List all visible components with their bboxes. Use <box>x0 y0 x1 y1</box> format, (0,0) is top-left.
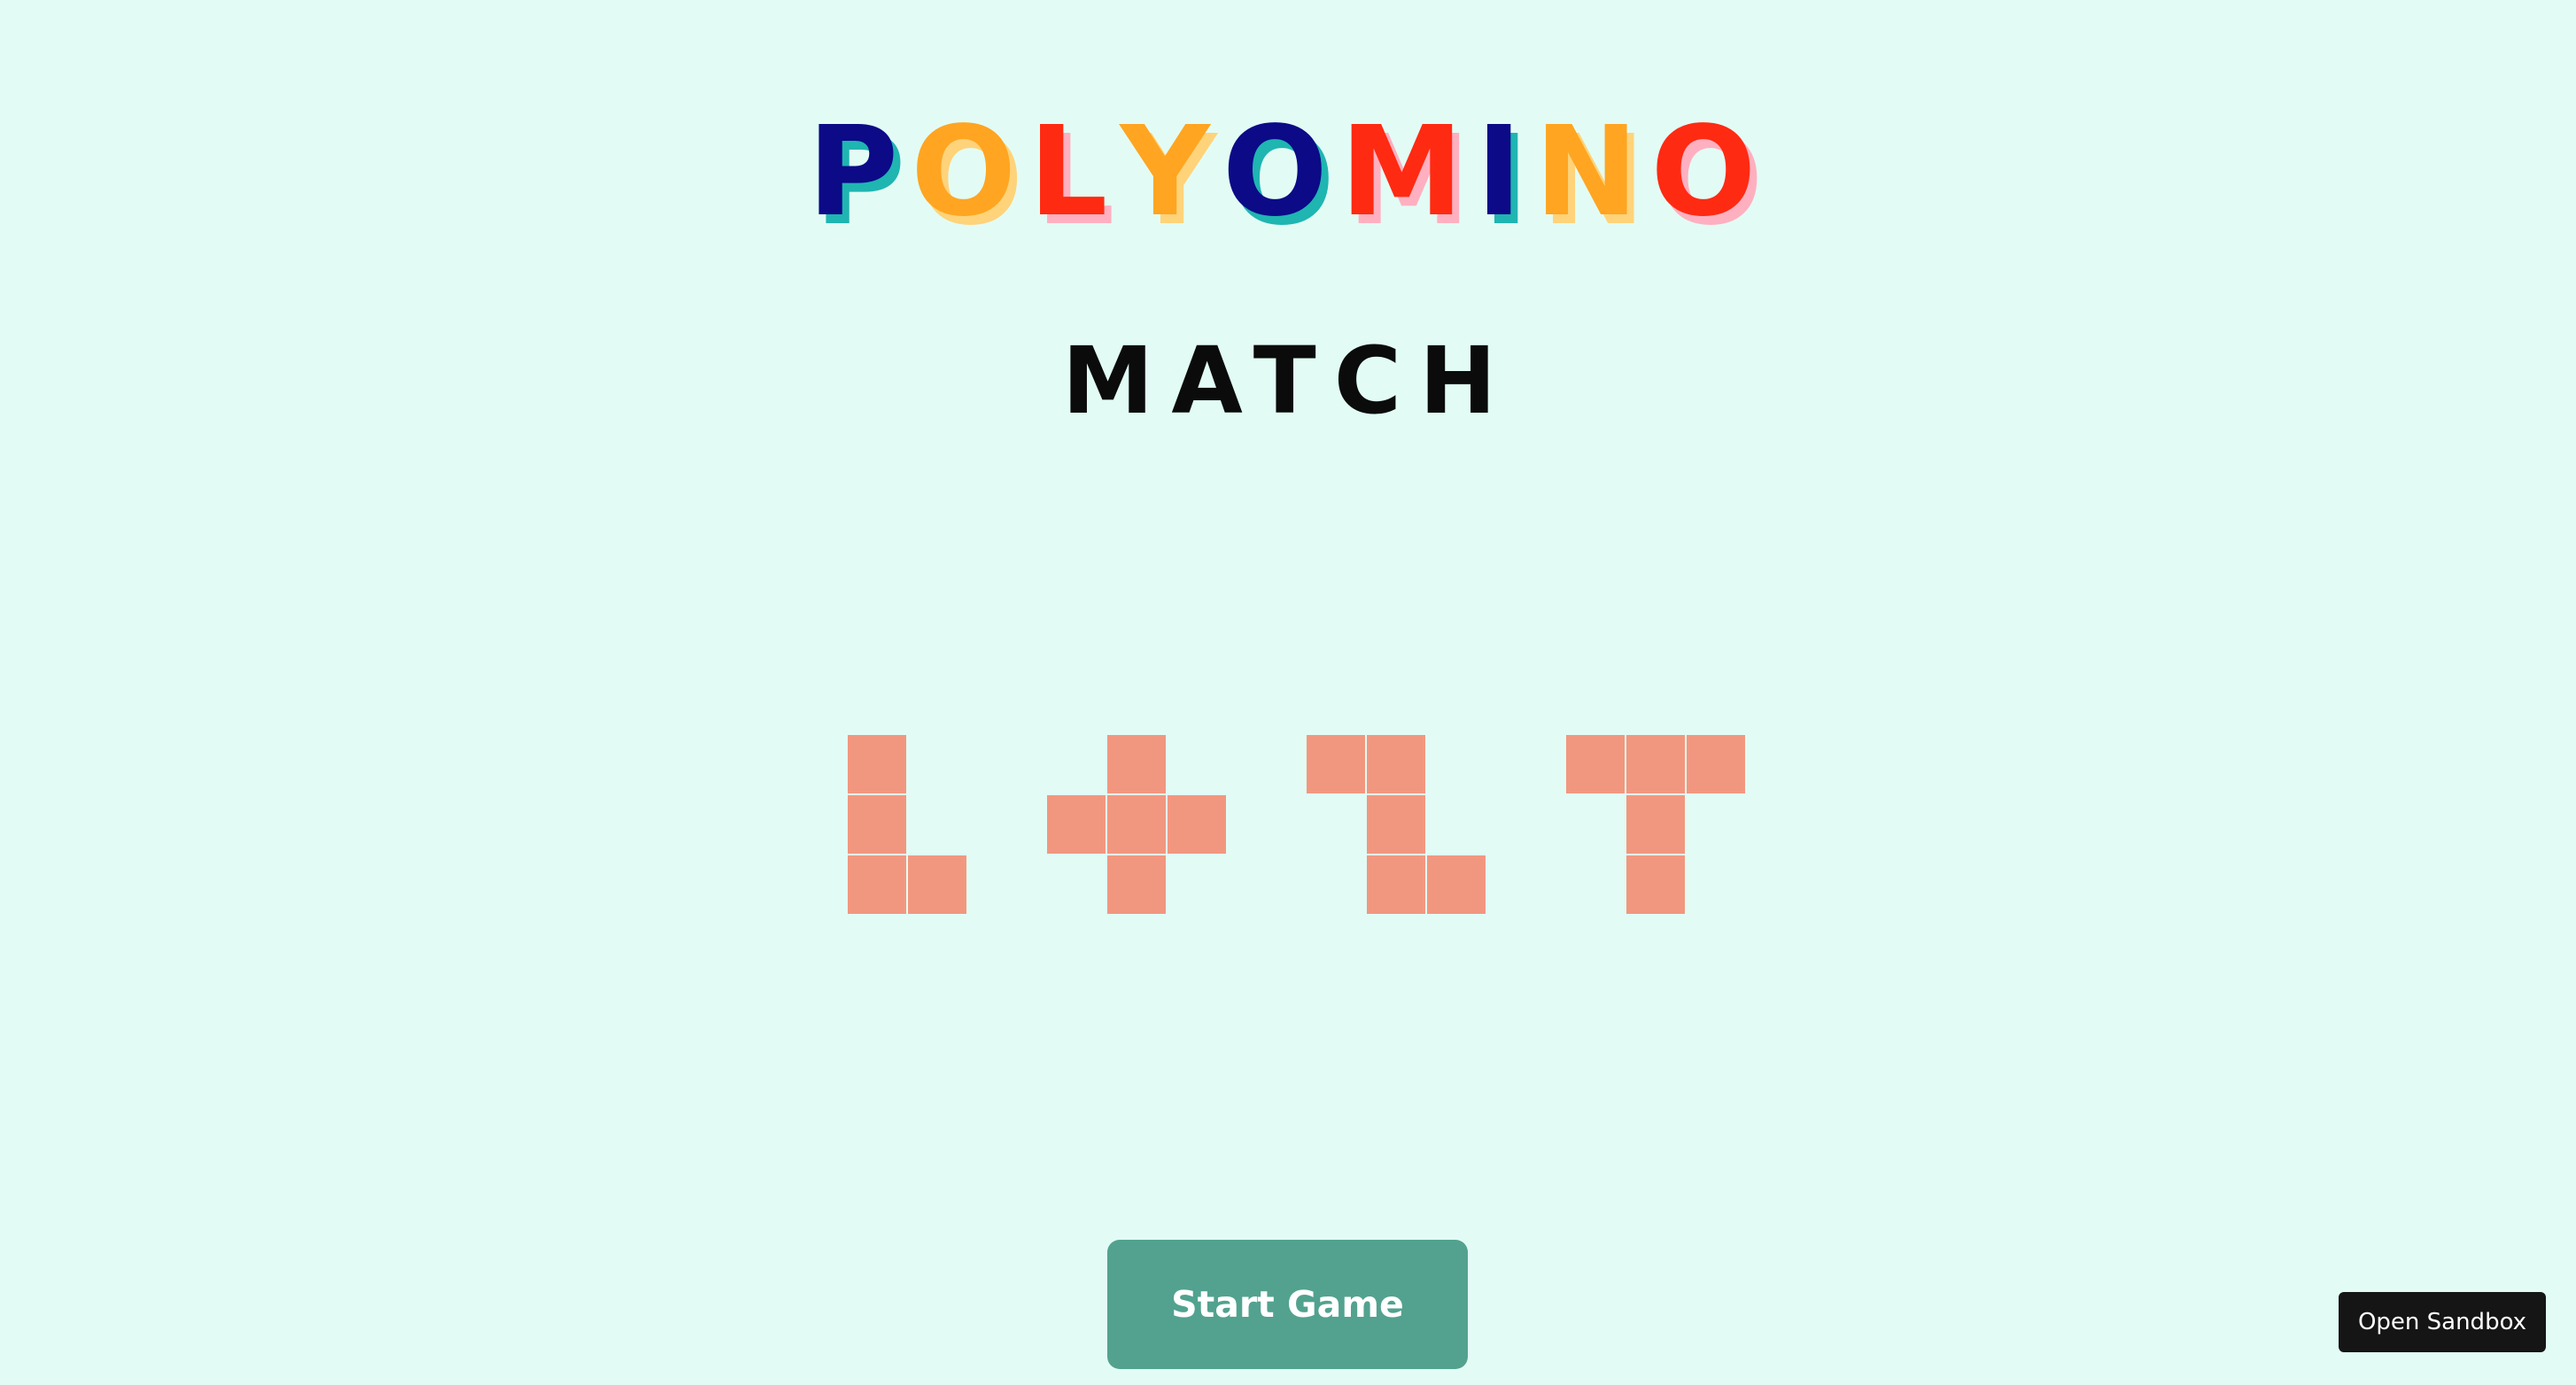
piece-cell <box>1427 855 1486 914</box>
piece-cell <box>1367 735 1425 793</box>
piece-L <box>848 735 966 914</box>
piece-cell <box>1367 855 1425 914</box>
piece-plus <box>1047 735 1226 914</box>
piece-cell <box>1107 855 1166 914</box>
piece-cell <box>908 855 966 914</box>
polyomino-pieces <box>848 735 1745 914</box>
piece-cell <box>1107 795 1166 854</box>
piece-cell <box>1626 735 1685 793</box>
start-game-button[interactable]: Start Game <box>1107 1240 1468 1369</box>
piece-cell <box>848 795 906 854</box>
piece-cell <box>1307 735 1365 793</box>
piece-S <box>1307 735 1486 914</box>
piece-cell <box>1626 855 1685 914</box>
piece-cell <box>848 855 906 914</box>
piece-cell <box>1687 735 1745 793</box>
piece-cell <box>1168 795 1226 854</box>
piece-cell <box>1367 795 1425 854</box>
piece-cell <box>1626 795 1685 854</box>
piece-cell <box>848 735 906 793</box>
piece-cell <box>1107 735 1166 793</box>
piece-cell <box>1566 735 1625 793</box>
piece-T <box>1566 735 1745 914</box>
open-sandbox-button[interactable]: Open Sandbox <box>2339 1292 2546 1352</box>
piece-cell <box>1047 795 1106 854</box>
